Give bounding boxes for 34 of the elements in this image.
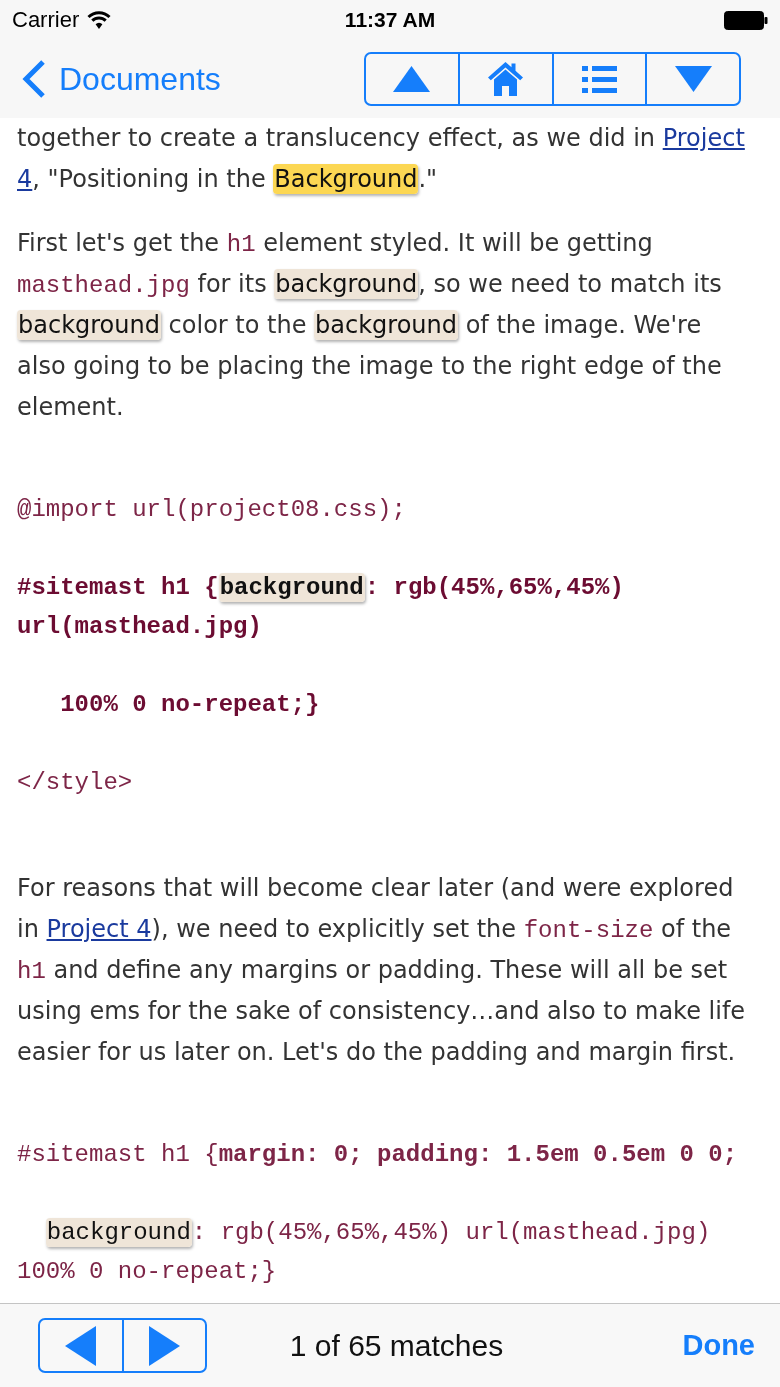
search-highlight: background [314, 310, 458, 340]
code-line: 100% 0 no-repeat;} [17, 1257, 278, 1287]
triangle-down-icon [674, 66, 712, 92]
code-line: @import url(project08.css); [17, 495, 407, 525]
chevron-left-icon [22, 60, 47, 98]
search-highlight: background [45, 1218, 192, 1247]
search-highlight: background [274, 269, 419, 299]
triangle-left-icon [65, 1325, 97, 1366]
match-count-label: 1 of 65 matches [289, 1328, 504, 1363]
code-line: #sitemast h1 {margin: 0; padding: 1.5em 0.5em 0 0; [17, 1140, 739, 1170]
code-line: 100% 0 no-repeat;} [59, 690, 321, 720]
body-paragraph: First let's get the h1 element styled. It will be getting masthead.jpg for its background, so we need to match its background color to the background of the image. We're also going to be placing the image to the right edge of the element. [17, 228, 723, 423]
code-line: url(masthead.jpg) [17, 612, 263, 642]
triangle-right-icon [148, 1325, 180, 1366]
body-paragraph: together to create a translucency effect, as we did in Project 4, "Positioning in the Background." [17, 123, 746, 196]
clock-label: 11:37 AM [344, 8, 436, 32]
back-button[interactable]: Documents [22, 60, 221, 98]
search-highlight: background [218, 573, 365, 602]
list-icon [581, 65, 617, 93]
search-highlight: Background [273, 164, 419, 194]
link[interactable]: Project 4 [46, 915, 152, 943]
link[interactable]: 4 [17, 165, 33, 193]
triangle-up-icon [393, 66, 431, 92]
search-highlight: background [17, 310, 161, 340]
carrier-label: Carrier [12, 7, 80, 33]
wifi-icon [87, 11, 112, 29]
body-paragraph: For reasons that will become clear later (and were explored in Project 4), we need to explicitly set the font-size of the h1 and define any margins or padding. These will all be set using ems for the sake of consistency…and also to make life easier for us later on. Let's do the padding and margin first. [17, 873, 747, 1068]
link[interactable]: Project [662, 124, 745, 152]
battery-icon [724, 10, 768, 30]
code-line: background: rgb(45%,65%,45%) url(masthead.jpg) [44, 1217, 712, 1249]
done-button[interactable]: Done [682, 1329, 755, 1362]
code-line: #sitemast h1 {background: rgb(45%,65%,45%) [17, 572, 625, 604]
home-icon [488, 62, 524, 96]
code-line: </style> [17, 768, 134, 798]
